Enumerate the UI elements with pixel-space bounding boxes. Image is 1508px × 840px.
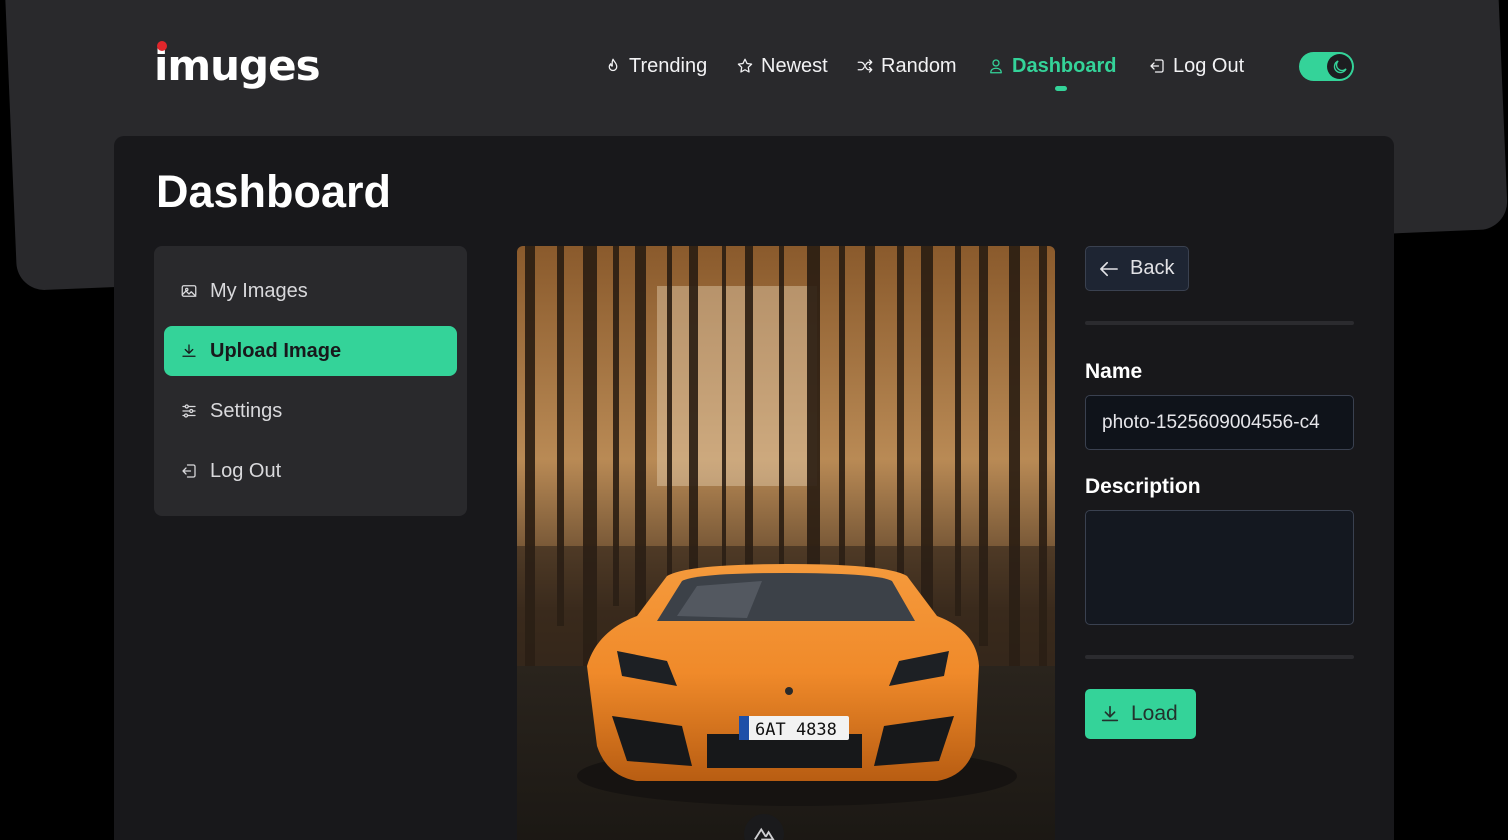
image-icon [181, 285, 197, 297]
back-button[interactable]: Back [1085, 246, 1189, 291]
download-icon [1101, 705, 1119, 722]
logo-text: imuges [154, 41, 321, 90]
sidebar-item-my-images[interactable]: My Images [164, 266, 457, 316]
download-icon [182, 344, 196, 357]
description-input[interactable] [1085, 510, 1354, 625]
image-preview: 6AT 4838 [517, 246, 1055, 840]
sidebar-label-logout: Log Out [210, 459, 282, 482]
name-input[interactable] [1085, 395, 1354, 450]
active-nav-indicator [1055, 86, 1067, 91]
sidebar-item-settings[interactable]: Settings [164, 386, 457, 436]
sidebar-label-my-images: My Images [210, 279, 308, 302]
flame-icon [608, 58, 618, 72]
nav-item-random[interactable]: Random [856, 48, 957, 84]
load-button[interactable]: Load [1085, 689, 1196, 739]
nav-item-newest[interactable]: Newest [736, 48, 828, 84]
description-label: Description [1085, 475, 1201, 498]
license-plate-text: 6AT 4838 [755, 720, 837, 740]
nav-label-newest: Newest [761, 54, 828, 77]
arrow-left-icon [1100, 261, 1118, 276]
shuffle-icon [857, 59, 873, 73]
load-button-label: Load [1131, 702, 1178, 725]
nav-item-trending[interactable]: Trending [604, 48, 707, 84]
sidebar-label-upload-image: Upload Image [210, 339, 342, 362]
star-icon [737, 58, 753, 73]
nav-label-trending: Trending [629, 54, 708, 77]
divider [1085, 655, 1354, 659]
nav-label-dashboard: Dashboard [1012, 54, 1117, 77]
moon-icon [1333, 59, 1347, 73]
car-photo: 6AT 4838 [517, 246, 1055, 840]
logout-icon [182, 464, 196, 478]
toggle-knob [1327, 54, 1352, 79]
back-button-label: Back [1130, 257, 1175, 279]
sidebar-item-logout[interactable]: Log Out [164, 446, 457, 496]
nav-label-logout: Log Out [1173, 54, 1245, 77]
nav-label-random: Random [881, 54, 957, 77]
nuxt-icon [754, 827, 775, 840]
nav-item-logout[interactable]: Log Out [1148, 48, 1244, 84]
name-label: Name [1085, 360, 1143, 383]
logout-icon [1150, 59, 1164, 73]
user-icon [990, 59, 1002, 74]
sidebar-label-settings: Settings [210, 399, 283, 422]
logo[interactable]: imuges [154, 40, 321, 92]
dashboard-sidebar: My Images Upload Image Settings Log Out [154, 246, 467, 516]
theme-toggle[interactable] [1299, 52, 1354, 81]
sliders-icon [182, 404, 196, 418]
logo-dot [157, 41, 167, 51]
page-title: Dashboard [156, 166, 392, 217]
divider [1085, 321, 1354, 325]
nav-item-dashboard[interactable]: Dashboard [987, 48, 1116, 84]
sidebar-item-upload-image[interactable]: Upload Image [164, 326, 457, 376]
